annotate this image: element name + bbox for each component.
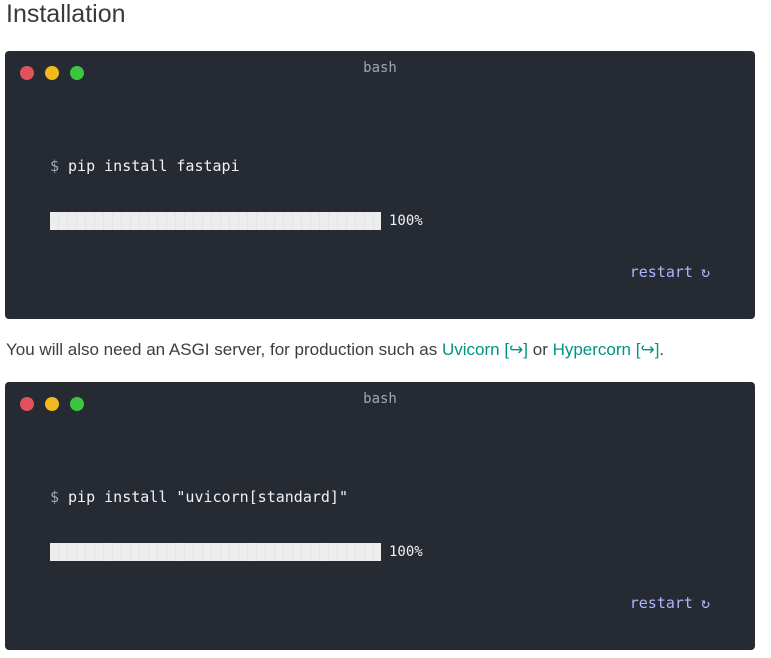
uvicorn-link-text: Uvicorn [441,340,500,359]
restart-icon: ↻ [700,263,710,281]
progress-fill [50,212,381,230]
hypercorn-link-text: Hypercorn [552,340,631,359]
page-heading: Installation [6,0,126,28]
terminal-window-fastapi: bash $ pip install fastapi 100% restart ↻ [5,51,755,319]
external-link-icon: [↪] [631,340,660,359]
terminal-title: bash [363,391,397,407]
progress-row: 100% [50,543,423,561]
terminal-window-uvicorn: bash $ pip install "uvicorn[standard]" 10… [5,382,755,650]
note-text-after: . [659,340,665,359]
external-link-icon: [↪] [499,340,529,359]
restart-label: restart [629,594,693,612]
progress-row: 100% [50,212,423,230]
note-text-middle: or [528,340,553,359]
progress-bar [50,543,381,561]
restart-icon: ↻ [700,594,710,612]
terminal-title: bash [363,60,397,76]
command-line: $ pip install fastapi [50,157,240,175]
progress-bar [50,212,381,230]
restart-button[interactable]: restart ↻ [630,594,710,612]
command-text: pip install "uvicorn[standard]" [68,488,348,506]
restart-button[interactable]: restart ↻ [630,263,710,281]
progress-percent: 100% [389,544,423,560]
restart-label: restart [629,263,693,281]
note-text-before: You will also need an ASGI server, for p… [6,340,442,359]
command-text: pip install fastapi [68,157,240,175]
progress-fill [50,543,381,561]
prompt-symbol: $ [50,157,60,175]
command-line: $ pip install "uvicorn[standard]" [50,488,348,506]
progress-percent: 100% [389,213,423,229]
prompt-symbol: $ [50,488,60,506]
uvicorn-link[interactable]: Uvicorn [↪] [442,340,528,359]
asgi-server-note: You will also need an ASGI server, for p… [6,339,664,361]
hypercorn-link[interactable]: Hypercorn [↪] [553,340,660,359]
